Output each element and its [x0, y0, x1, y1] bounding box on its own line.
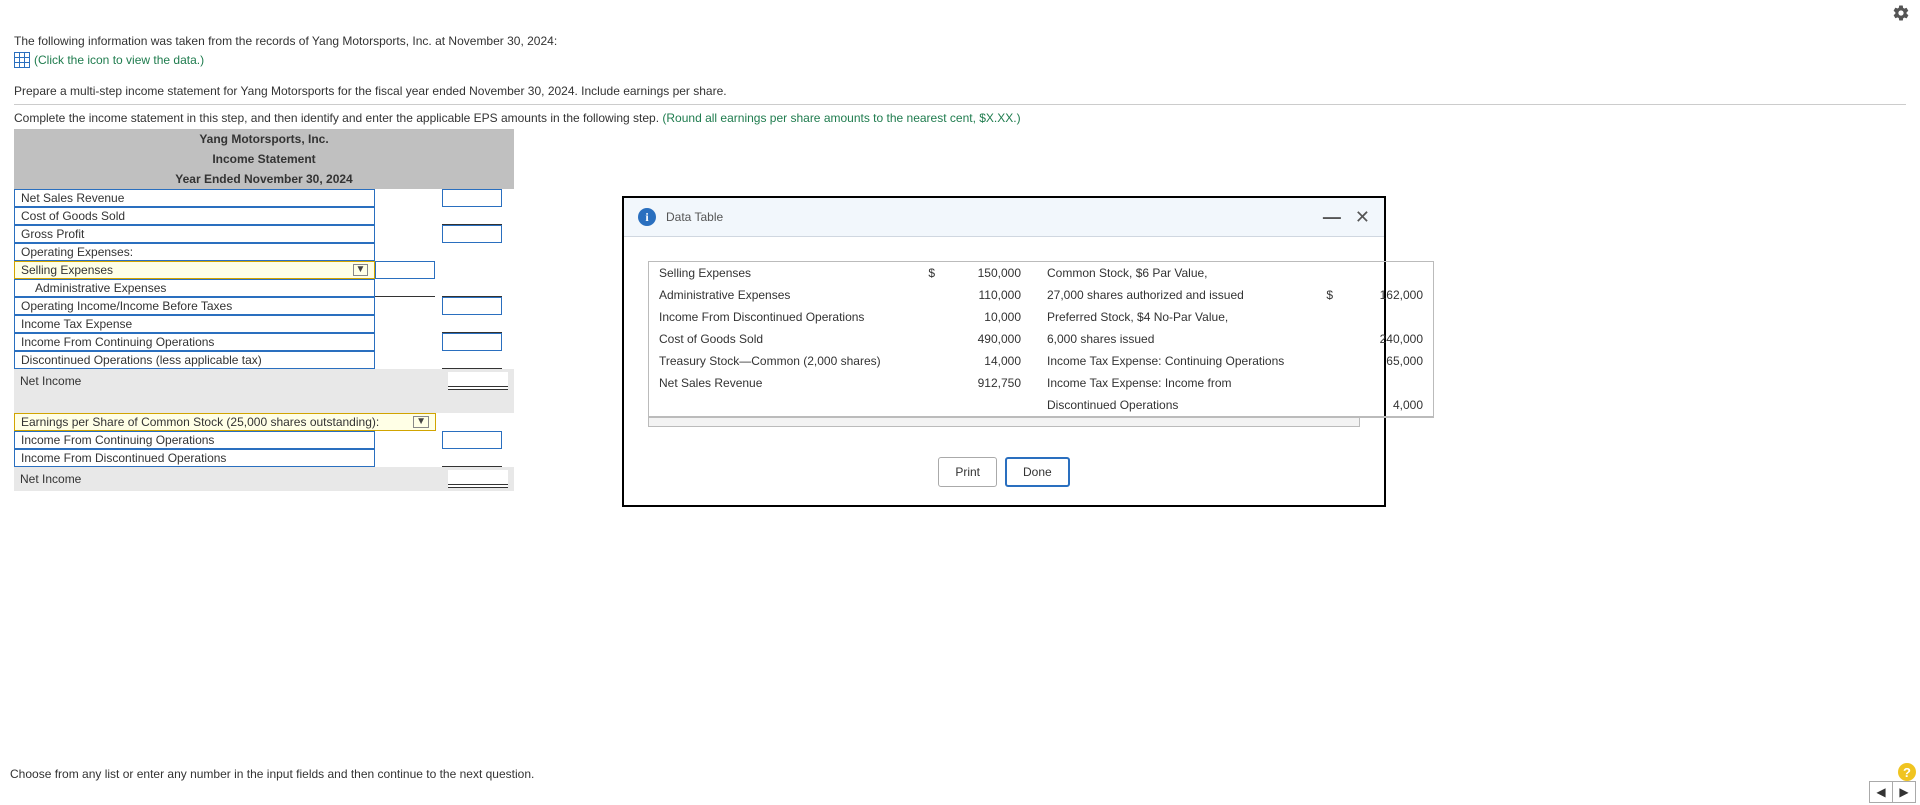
table-row: Administrative Expenses110,00027,000 sha…	[649, 284, 1433, 306]
help-icon[interactable]: ?	[1898, 763, 1916, 781]
val-gross-profit[interactable]	[442, 225, 502, 243]
gear-icon[interactable]	[1892, 4, 1910, 22]
stmt-title-2: Income Statement	[14, 149, 514, 169]
table-row: Treasury Stock—Common (2,000 shares)14,0…	[649, 350, 1433, 372]
modal-title: Data Table	[666, 210, 723, 224]
row-eps-disc[interactable]: Income From Discontinued Operations	[14, 449, 375, 467]
row-net-income-2: Net Income	[14, 467, 375, 491]
scroll-track[interactable]	[648, 418, 1360, 427]
row-cont-ops[interactable]: Income From Continuing Operations	[14, 333, 375, 351]
intro-line-3: Complete the income statement in this st…	[14, 111, 1906, 125]
table-row: Cost of Goods Sold490,0006,000 shares is…	[649, 328, 1433, 350]
done-button[interactable]: Done	[1005, 457, 1070, 487]
val-op-income[interactable]	[442, 297, 502, 315]
row-tax-exp[interactable]: Income Tax Expense	[14, 315, 375, 333]
val-eps-cont[interactable]	[442, 431, 502, 449]
val-net-income-2[interactable]	[448, 470, 508, 488]
close-icon[interactable]: ✕	[1355, 211, 1370, 223]
view-data-text: (Click the icon to view the data.)	[34, 53, 204, 67]
table-row: Discontinued Operations4,000	[649, 394, 1433, 416]
row-cogs[interactable]: Cost of Goods Sold	[14, 207, 375, 225]
val-eps-disc[interactable]	[442, 449, 502, 467]
val-disc-ops[interactable]	[442, 351, 502, 369]
row-admin-exp[interactable]: Administrative Expenses	[14, 279, 375, 297]
stmt-title-1: Yang Motorsports, Inc.	[14, 129, 514, 149]
intro-line-1: The following information was taken from…	[14, 34, 1906, 48]
row-op-income[interactable]: Operating Income/Income Before Taxes	[14, 297, 375, 315]
row-selling-exp[interactable]: Selling Expenses▼	[14, 261, 375, 279]
table-row: Selling Expenses$150,000Common Stock, $6…	[649, 262, 1433, 284]
row-eps-hdr[interactable]: Earnings per Share of Common Stock (25,0…	[14, 413, 436, 431]
val-tax-exp[interactable]	[442, 315, 502, 333]
row-gross-profit[interactable]: Gross Profit	[14, 225, 375, 243]
val-cogs[interactable]	[442, 207, 502, 225]
minimize-icon[interactable]: ―	[1323, 214, 1341, 220]
prev-button[interactable]: ◀	[1870, 782, 1892, 802]
val-selling-exp-1[interactable]	[375, 261, 435, 279]
row-op-exp-hdr[interactable]: Operating Expenses:	[14, 243, 375, 261]
table-row: Net Sales Revenue912,750Income Tax Expen…	[649, 372, 1433, 394]
footer-hint: Choose from any list or enter any number…	[10, 767, 534, 781]
next-button[interactable]: ▶	[1892, 782, 1915, 802]
val-net-income-1[interactable]	[448, 372, 508, 390]
row-net-sales[interactable]: Net Sales Revenue	[14, 189, 375, 207]
income-statement-worksheet: Yang Motorsports, Inc. Income Statement …	[14, 129, 514, 491]
val-admin-exp-1[interactable]	[375, 279, 435, 297]
table-row: Income From Discontinued Operations10,00…	[649, 306, 1433, 328]
val-admin-exp-2[interactable]	[442, 279, 502, 297]
pager: ◀ ▶	[1869, 781, 1916, 803]
table-icon	[14, 52, 30, 68]
row-net-income-1: Net Income	[14, 369, 375, 393]
row-eps-cont[interactable]: Income From Continuing Operations	[14, 431, 375, 449]
dropdown-arrow-icon[interactable]: ▼	[413, 416, 429, 428]
view-data-link[interactable]: (Click the icon to view the data.)	[14, 52, 1906, 68]
data-table: Selling Expenses$150,000Common Stock, $6…	[648, 261, 1434, 418]
intro-line-2: Prepare a multi-step income statement fo…	[14, 84, 1906, 98]
info-icon: i	[638, 208, 656, 226]
row-disc-ops[interactable]: Discontinued Operations (less applicable…	[14, 351, 375, 369]
print-button[interactable]: Print	[938, 457, 997, 487]
stmt-title-3: Year Ended November 30, 2024	[14, 169, 514, 189]
val-net-sales[interactable]	[442, 189, 502, 207]
val-cont-ops[interactable]	[442, 333, 502, 351]
data-table-modal: i Data Table ― ✕ Selling Expenses$150,00…	[622, 196, 1386, 507]
dropdown-arrow-icon[interactable]: ▼	[353, 264, 369, 276]
